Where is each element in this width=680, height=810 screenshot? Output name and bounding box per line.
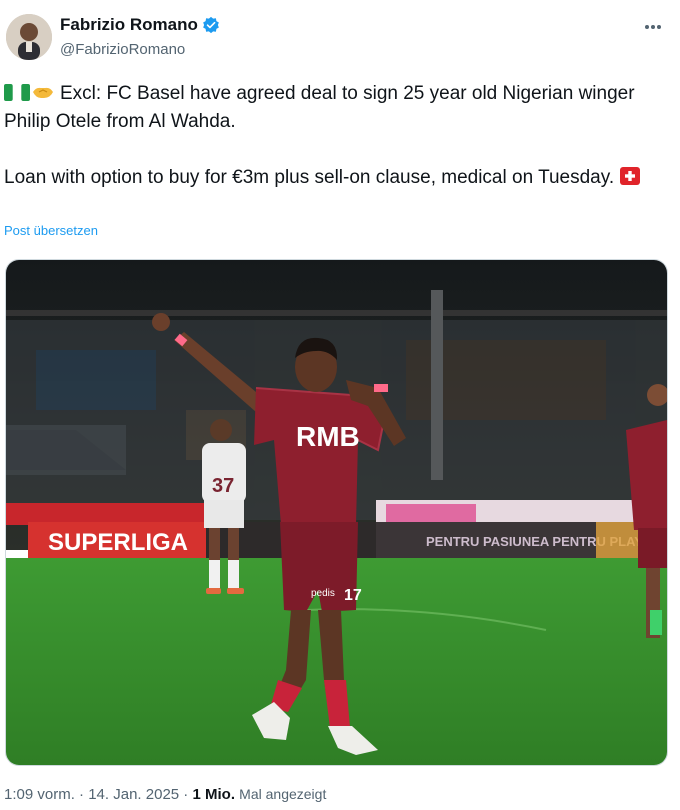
tweet-paragraph-1: Excl: FC Basel have agreed deal to sign … [4,80,674,136]
tweet-paragraph-2: Loan with option to buy for €3m plus sel… [4,164,674,192]
tweet-header: Fabrizio Romano @FabrizioRomano [0,0,680,70]
avatar[interactable] [6,14,52,60]
svg-text:37: 37 [212,475,234,497]
more-options-icon[interactable] [644,16,666,34]
switzerland-flag-icon [620,167,641,185]
handshake-icon [33,87,53,98]
svg-text:pedis: pedis [311,588,335,599]
shorts-number: 17 [344,587,362,604]
post-date[interactable]: 14. Jan. 2025 [88,786,179,803]
shirt-sponsor-text: RMB [296,421,360,452]
tweet-photo[interactable]: SUPERLIGA PENTRU PASIUNEA PENTRU PLAY 37 [5,259,668,766]
translate-post-link[interactable]: Post übersetzen [4,223,98,238]
tweet-line-2: Loan with option to buy for €3m plus sel… [4,167,615,188]
post-time[interactable]: 1:09 vorm. [4,786,75,803]
tweet-line-1: Excl: FC Basel have agreed deal to sign … [4,83,635,132]
nigeria-flag-icon [4,84,30,101]
ad-board-top-left [6,503,206,525]
superliga-board-text: SUPERLIGA [48,529,188,556]
tweet-text: Excl: FC Basel have agreed deal to sign … [4,80,674,192]
floodlight-pole [431,290,443,480]
author-handle[interactable]: @FabrizioRomano [60,41,185,58]
verified-badge-icon [203,16,219,34]
author-name-row[interactable]: Fabrizio Romano [60,15,220,35]
tweet-meta: 1:09 vorm. · 14. Jan. 2025 · 1 Mio. Mal … [4,786,327,803]
view-count: 1 Mio. [192,786,235,803]
view-label: Mal angezeigt [239,786,327,802]
display-name[interactable]: Fabrizio Romano [60,15,198,35]
